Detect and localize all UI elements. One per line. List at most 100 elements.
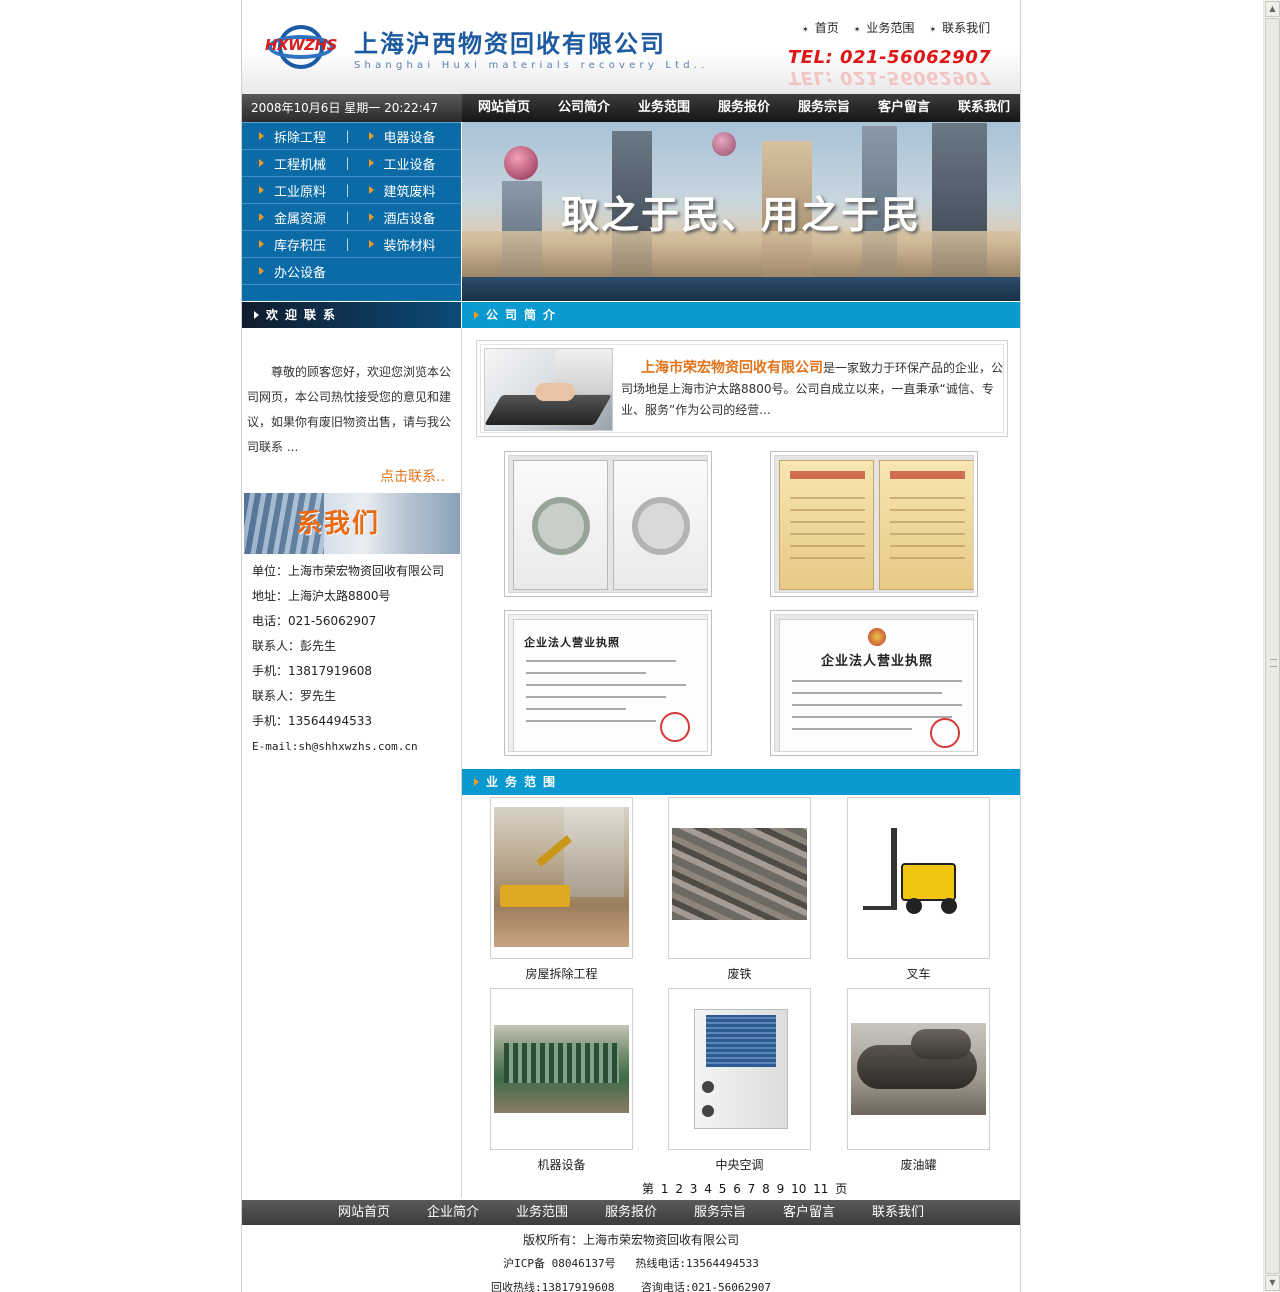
product-image xyxy=(851,818,986,918)
page-link[interactable]: 1 xyxy=(661,1182,669,1196)
telephone: TEL: 021-56062907 xyxy=(788,47,992,68)
business-license-1[interactable]: 企业法人营业执照 xyxy=(504,610,712,756)
doc-line xyxy=(890,533,965,535)
nav-home[interactable]: 网站首页 xyxy=(464,94,544,122)
nav-business[interactable]: 业务范围 xyxy=(624,94,704,122)
company-intro: 上海市荣宏物资回收有限公司是一家致力于环保产品的企业，公司场地是上海市沪太路88… xyxy=(476,340,1008,437)
icp-info: 沪ICP备 08046137号 热线电话:13564494533 xyxy=(503,1257,759,1270)
category-demolition[interactable]: 拆除工程 xyxy=(242,127,352,146)
building-shape xyxy=(564,807,624,897)
category-raw-materials[interactable]: 工业原料 xyxy=(242,181,352,200)
page-link[interactable]: 9 xyxy=(777,1182,785,1196)
contact-mobile-2: 手机：13564494533 xyxy=(252,714,372,728)
category-electrical[interactable]: 电器设备 xyxy=(352,127,462,146)
doc-line xyxy=(526,708,626,710)
doc-line xyxy=(792,692,942,694)
category-inventory[interactable]: 库存积压 xyxy=(242,235,352,254)
seal-icon xyxy=(532,497,590,555)
doc-line xyxy=(890,521,965,523)
contact-list: 单位：上海市荣宏物资回收有限公司 地址：上海沪太路8800号 电话：021-56… xyxy=(252,559,444,759)
footer-nav-business[interactable]: 业务范围 xyxy=(498,1200,587,1225)
page-link[interactable]: 2 xyxy=(675,1182,683,1196)
product-label[interactable]: 机器设备 xyxy=(490,1156,633,1173)
product-scrap-iron[interactable] xyxy=(668,797,811,959)
certificate-environment[interactable] xyxy=(770,451,978,597)
arrow-icon xyxy=(368,132,374,140)
category-metal[interactable]: 金属资源 xyxy=(242,208,352,227)
footer-nav-mission[interactable]: 服务宗旨 xyxy=(676,1200,765,1225)
product-image xyxy=(494,807,629,947)
business-license-2[interactable]: 企业法人营业执照 xyxy=(770,610,978,756)
top-link-home[interactable]: 首页 xyxy=(802,19,839,36)
arrow-icon xyxy=(368,159,374,167)
category-industrial-equipment[interactable]: 工业设备 xyxy=(352,154,462,173)
certificate-image: 企业法人营业执照 xyxy=(508,614,708,752)
category-office[interactable]: 办公设备 xyxy=(242,262,352,281)
browser-scrollbar[interactable]: ▲ ▼ xyxy=(1263,0,1280,1292)
page-link[interactable]: 5 xyxy=(719,1182,727,1196)
nav-guestbook[interactable]: 客户留言 xyxy=(864,94,944,122)
scroll-down-arrow-icon[interactable]: ▼ xyxy=(1265,1275,1280,1291)
intro-text: 上海市荣宏物资回收有限公司是一家致力于环保产品的企业，公司场地是上海市沪太路88… xyxy=(621,358,1009,421)
page-link[interactable]: 8 xyxy=(762,1182,770,1196)
page-link[interactable]: 7 xyxy=(748,1182,756,1196)
contact-email[interactable]: E-mail:sh@shhxwzhs.com.cn xyxy=(252,734,444,759)
nav-contact[interactable]: 联系我们 xyxy=(944,94,1024,122)
page-container: HXWZHS 上海沪西物资回收有限公司 Shanghai Huxi materi… xyxy=(241,0,1021,1292)
company-logo[interactable]: HXWZHS xyxy=(260,22,340,72)
river-shape xyxy=(462,277,1020,301)
top-link-contact[interactable]: 联系我们 xyxy=(929,19,990,36)
category-hotel-equipment[interactable]: 酒店设备 xyxy=(352,208,462,227)
page-link[interactable]: 10 xyxy=(791,1182,806,1196)
certificate-image xyxy=(508,455,708,593)
doc-line xyxy=(526,684,686,686)
doc-line xyxy=(792,704,962,706)
product-label[interactable]: 废铁 xyxy=(668,965,811,982)
fan-icon xyxy=(702,1105,714,1117)
main-nav: 网站首页 公司简介 业务范围 服务报价 服务宗旨 客户留言 联系我们 xyxy=(464,94,1024,122)
footer-nav-contact[interactable]: 联系我们 xyxy=(854,1200,943,1225)
nav-pricing[interactable]: 服务报价 xyxy=(704,94,784,122)
category-machinery[interactable]: 工程机械 xyxy=(242,154,352,173)
top-link-business[interactable]: 业务范围 xyxy=(854,19,914,36)
product-forklift[interactable] xyxy=(847,797,990,959)
click-contact-link[interactable]: 点击联系.. xyxy=(380,466,445,486)
doc-line xyxy=(792,728,912,730)
arrow-icon xyxy=(474,778,479,786)
forklift-fork-shape xyxy=(863,906,897,910)
section-business-bar: 业务范围 xyxy=(462,769,1020,795)
nav-about[interactable]: 公司简介 xyxy=(544,94,624,122)
product-oil-tank[interactable] xyxy=(847,988,990,1150)
nav-mission[interactable]: 服务宗旨 xyxy=(784,94,864,122)
product-air-conditioner[interactable] xyxy=(668,988,811,1150)
scroll-thumb[interactable] xyxy=(1265,18,1280,1274)
doc-line xyxy=(526,660,676,662)
pager-prefix: 第 xyxy=(642,1182,655,1196)
contact-us-image[interactable]: 系我们 xyxy=(244,493,460,554)
intro-company-name[interactable]: 上海市荣宏物资回收有限公司 xyxy=(641,360,823,376)
certificate-image xyxy=(774,455,974,593)
footer-nav-home[interactable]: 网站首页 xyxy=(320,1200,409,1225)
category-construction-waste[interactable]: 建筑废料 xyxy=(352,181,462,200)
product-label[interactable]: 叉车 xyxy=(847,965,990,982)
product-image xyxy=(672,828,807,920)
product-label[interactable]: 中央空调 xyxy=(668,1156,811,1173)
page-link[interactable]: 4 xyxy=(704,1182,712,1196)
page-link[interactable]: 3 xyxy=(690,1182,698,1196)
product-label[interactable]: 房屋拆除工程 xyxy=(490,965,633,982)
product-label[interactable]: 废油罐 xyxy=(847,1156,990,1173)
arrow-icon xyxy=(259,267,264,275)
footer-nav-pricing[interactable]: 服务报价 xyxy=(587,1200,676,1225)
certificate-iso[interactable] xyxy=(504,451,712,597)
product-demolition[interactable] xyxy=(490,797,633,959)
contact-person-2: 联系人：罗先生 xyxy=(252,689,337,703)
product-machinery[interactable] xyxy=(490,988,633,1150)
footer-nav-guestbook[interactable]: 客户留言 xyxy=(765,1200,854,1225)
scroll-up-arrow-icon[interactable]: ▲ xyxy=(1265,1,1280,17)
page-link[interactable]: 11 xyxy=(813,1182,828,1196)
footer-nav-about[interactable]: 企业简介 xyxy=(409,1200,498,1225)
category-decoration[interactable]: 装饰材料 xyxy=(352,235,462,254)
page-link[interactable]: 6 xyxy=(733,1182,741,1196)
doc-line xyxy=(790,557,865,559)
category-row: 工业原料 | 建筑废料 xyxy=(242,177,461,204)
